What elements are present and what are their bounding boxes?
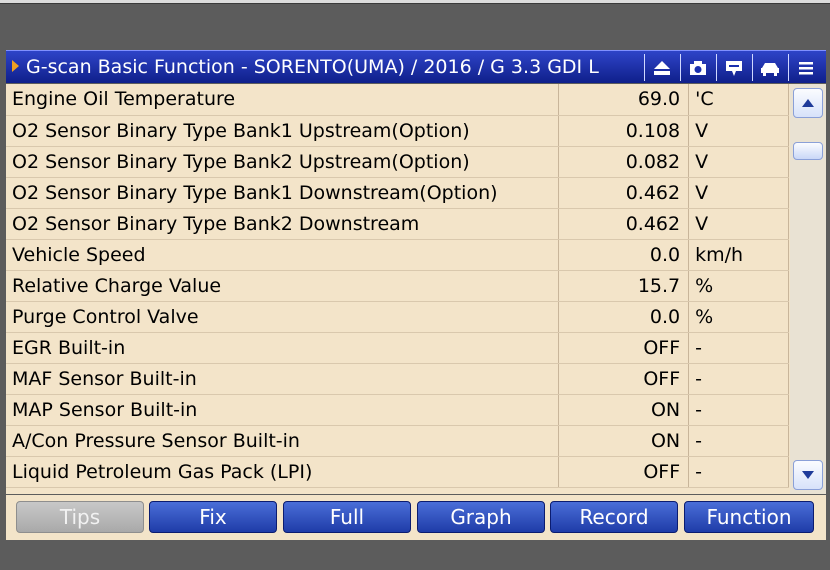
window-title: G-scan Basic Function - SORENTO(UMA) / 2… (26, 57, 599, 78)
parameter-table: Engine Oil Temperature 69.0 'C O2 Sensor Bi… (6, 84, 789, 488)
parameter-value: OFF (558, 332, 690, 364)
parameter-row[interactable]: O2 Sensor Binary Type Bank1 Downstream(O… (6, 177, 789, 209)
parameter-value: 0.108 (558, 115, 690, 147)
function-button[interactable]: Function (684, 501, 814, 533)
bottom-toolbar: Tips Fix Full Graph Record Function (6, 495, 826, 540)
parameter-value: 0.462 (558, 177, 690, 209)
parameter-name: Vehicle Speed (6, 239, 560, 271)
parameter-unit: 'C (688, 84, 789, 116)
chevron-up-icon (802, 99, 814, 107)
parameter-name: MAF Sensor Built-in (6, 363, 560, 395)
parameter-value: 15.7 (558, 270, 690, 302)
scroll-thumb[interactable] (793, 142, 823, 160)
top-border (0, 0, 830, 4)
parameter-unit: V (688, 115, 789, 147)
parameter-row[interactable]: Liquid Petroleum Gas Pack (LPI) OFF - (6, 456, 789, 488)
parameter-value: 0.082 (558, 146, 690, 178)
parameter-value: 0.0 (558, 239, 690, 271)
parameter-unit: V (688, 208, 789, 240)
parameter-name: A/Con Pressure Sensor Built-in (6, 425, 560, 457)
parameter-unit: - (688, 363, 789, 395)
parameter-value: 69.0 (558, 84, 690, 116)
parameter-row[interactable]: EGR Built-in OFF - (6, 332, 789, 364)
parameter-unit: V (688, 177, 789, 209)
parameter-value: 0.462 (558, 208, 690, 240)
vertical-scrollbar[interactable] (790, 84, 826, 494)
record-button[interactable]: Record (550, 501, 678, 533)
parameter-unit: V (688, 146, 789, 178)
data-list-panel: Engine Oil Temperature 69.0 'C O2 Sensor Bi… (6, 84, 826, 494)
parameter-name: O2 Sensor Binary Type Bank2 Downstream (6, 208, 560, 240)
parameter-name: O2 Sensor Binary Type Bank1 Upstream(Opt… (6, 115, 560, 147)
parameter-row[interactable]: Relative Charge Value 15.7% (6, 270, 789, 302)
parameter-unit: - (688, 456, 789, 488)
parameter-row[interactable]: O2 Sensor Binary Type Bank1 Upstream(Opt… (6, 115, 789, 147)
scroll-up-button[interactable] (793, 88, 823, 118)
parameter-row[interactable]: O2 Sensor Binary Type Bank2 Downstream 0.… (6, 208, 789, 240)
parameter-name: MAP Sensor Built-in (6, 394, 560, 426)
parameter-row[interactable]: Engine Oil Temperature 69.0 'C (6, 84, 789, 116)
parameter-unit: - (688, 394, 789, 426)
parameter-value: ON (558, 425, 690, 457)
full-button[interactable]: Full (283, 501, 411, 533)
parameter-row[interactable]: Purge Control Valve 0.0% (6, 301, 789, 333)
parameter-value: OFF (558, 456, 690, 488)
window-titlebar: G-scan Basic Function - SORENTO(UMA) / 2… (6, 50, 826, 83)
scroll-down-button[interactable] (793, 460, 823, 490)
fix-button[interactable]: Fix (149, 501, 277, 533)
graph-button[interactable]: Graph (417, 501, 545, 533)
tips-button[interactable]: Tips (16, 501, 144, 533)
parameter-name: O2 Sensor Binary Type Bank2 Upstream(Opt… (6, 146, 560, 178)
camera-icon[interactable] (680, 54, 714, 81)
parameter-row[interactable]: O2 Sensor Binary Type Bank2 Upstream(Opt… (6, 146, 789, 178)
parameter-unit: % (688, 301, 789, 333)
parameter-unit: km/h (688, 239, 789, 271)
comment-icon[interactable] (716, 54, 750, 81)
parameter-value: ON (558, 394, 690, 426)
title-arrow-icon (12, 60, 19, 72)
parameter-row[interactable]: A/Con Pressure Sensor Built-in ON - (6, 425, 789, 457)
parameter-name: Liquid Petroleum Gas Pack (LPI) (6, 456, 560, 488)
parameter-name: Engine Oil Temperature (6, 84, 560, 116)
menu-icon[interactable] (788, 54, 822, 81)
parameter-name: Purge Control Valve (6, 301, 560, 333)
parameter-value: 0.0 (558, 301, 690, 333)
chevron-down-icon (802, 471, 814, 479)
parameter-name: EGR Built-in (6, 332, 560, 364)
parameter-row[interactable]: MAP Sensor Built-in ON - (6, 394, 789, 426)
car-icon[interactable] (752, 54, 786, 81)
eject-icon[interactable] (644, 54, 678, 81)
parameter-unit: - (688, 332, 789, 364)
parameter-name: O2 Sensor Binary Type Bank1 Downstream(O… (6, 177, 560, 209)
parameter-row[interactable]: Vehicle Speed 0.0 km/h (6, 239, 789, 271)
parameter-name: Relative Charge Value (6, 270, 560, 302)
parameter-row[interactable]: MAF Sensor Built-in OFF - (6, 363, 789, 395)
titlebar-toolbar (642, 54, 822, 81)
parameter-unit: - (688, 425, 789, 457)
parameter-unit: % (688, 270, 789, 302)
parameter-value: OFF (558, 363, 690, 395)
